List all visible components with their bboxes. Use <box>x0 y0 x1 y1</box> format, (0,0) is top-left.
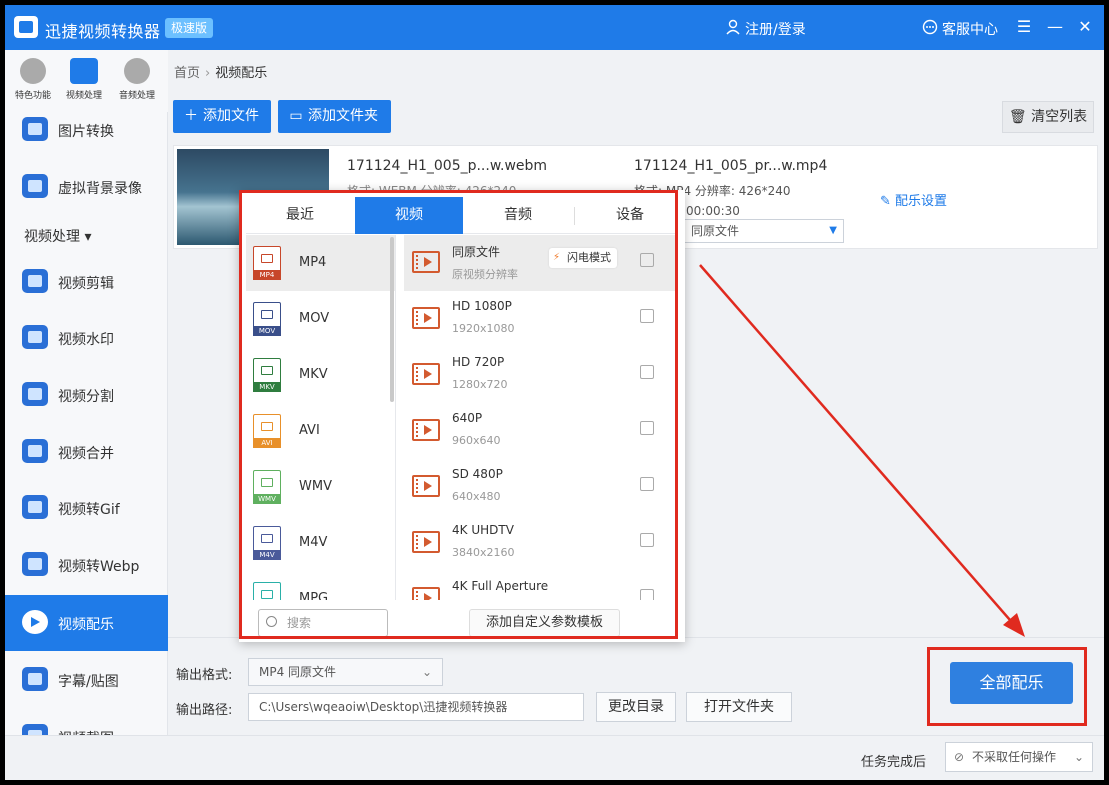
app-window: 迅捷视频转换器 极速版 注册/登录 客服中心 ☰ — ✕ 特色功能 视频处理 音… <box>5 5 1104 780</box>
annotation-arrow <box>699 264 1025 637</box>
